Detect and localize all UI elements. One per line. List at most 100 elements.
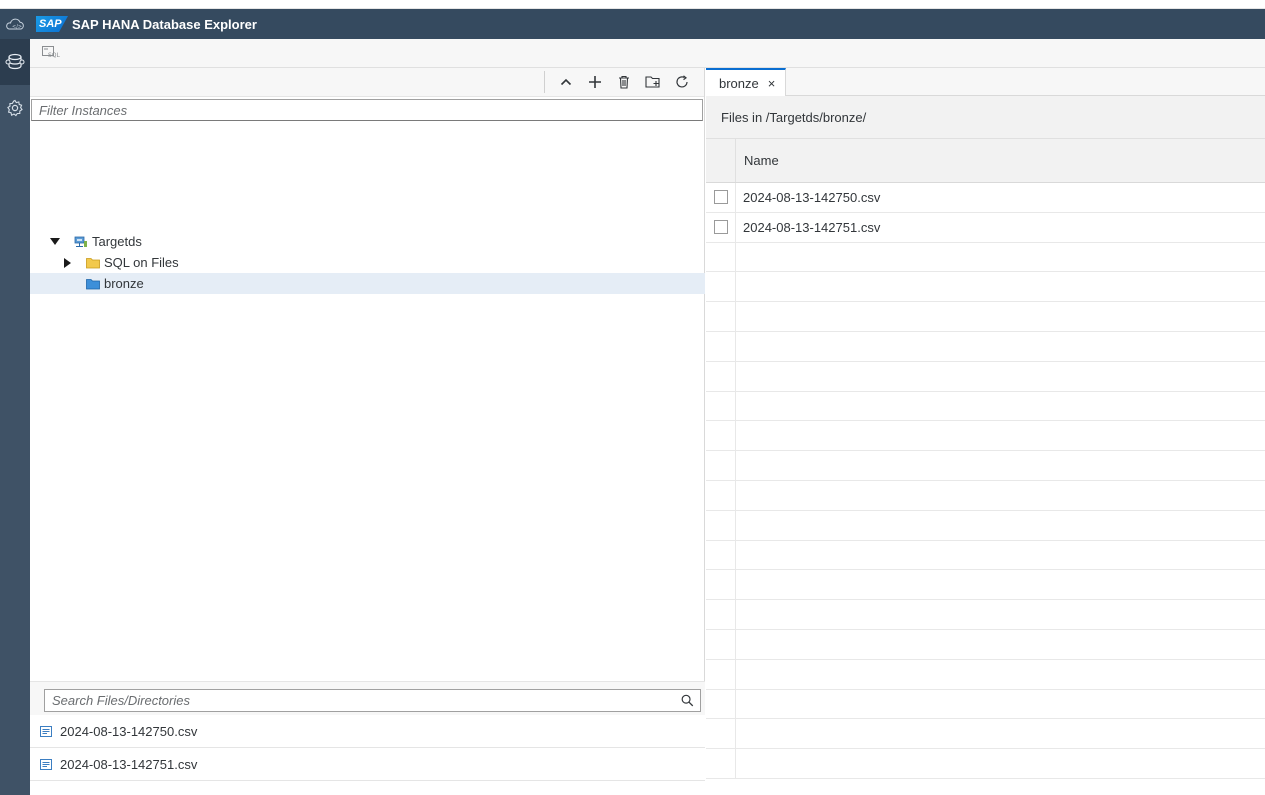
editor-pane: bronze × Files in /Targetds/bronze/ Name… (706, 68, 1265, 795)
caret-down-icon[interactable] (48, 235, 62, 249)
empty-table-row (706, 659, 1265, 690)
add-folder-icon (644, 76, 660, 88)
file-name: 2024-08-13-142750.csv (60, 723, 198, 739)
folder-icon (86, 257, 100, 269)
empty-select-cell (706, 719, 736, 749)
empty-select-cell (706, 302, 736, 331)
empty-rows (706, 242, 1265, 779)
search-icon[interactable] (681, 694, 694, 707)
cloud-code-icon[interactable]: </> (0, 9, 30, 39)
sap-logo: SAP (36, 16, 68, 32)
collapse-all-button[interactable] (551, 70, 580, 94)
search-files-input[interactable] (45, 693, 682, 708)
tree-node-label: Targetds (92, 234, 142, 249)
catalog-pane: Targetds SQL on Files bronze (30, 68, 705, 795)
tab-label: bronze (719, 75, 759, 91)
empty-table-row (706, 302, 1265, 332)
empty-select-cell (706, 272, 736, 302)
empty-table-row (706, 421, 1265, 452)
empty-table-row (706, 480, 1265, 511)
files-table: Name 2024-08-13-142750.csv 2024-08-13-14… (706, 139, 1265, 779)
empty-select-cell (706, 421, 736, 451)
caret-right-icon[interactable] (60, 256, 74, 270)
search-files-field[interactable] (44, 689, 701, 712)
empty-table-row (706, 242, 1265, 273)
empty-select-cell (706, 570, 736, 600)
tab-bronze[interactable]: bronze × (706, 68, 787, 96)
select-column-header (706, 139, 736, 182)
empty-select-cell (706, 331, 736, 361)
delete-button[interactable] (609, 70, 638, 94)
app-title: SAP HANA Database Explorer (72, 16, 257, 32)
add-instance-button[interactable] (580, 70, 609, 94)
empty-select-cell (706, 540, 736, 570)
empty-select-cell (706, 629, 736, 659)
catalog-tree: Targetds SQL on Files bronze (30, 231, 705, 294)
column-header-name[interactable]: Name (736, 139, 779, 182)
empty-table-row (706, 451, 1265, 481)
empty-table-row (706, 272, 1265, 303)
file-name: 2024-08-13-142751.csv (60, 756, 198, 772)
row-checkbox[interactable] (713, 220, 728, 235)
empty-select-cell (706, 600, 736, 629)
tree-node-sql-on-files[interactable]: SQL on Files (30, 252, 705, 273)
empty-select-cell (706, 391, 736, 421)
file-search-bar (30, 681, 705, 715)
tree-node-bronze[interactable]: bronze (30, 273, 705, 294)
tree-node-label: bronze (104, 276, 144, 291)
empty-select-cell (706, 480, 736, 510)
empty-select-cell (706, 659, 736, 689)
toolbar-separator (544, 71, 545, 93)
empty-table-row (706, 719, 1265, 750)
path-header: Files in /Targetds/bronze/ (706, 96, 1265, 139)
empty-table-row (706, 629, 1265, 660)
file-list-item[interactable]: 2024-08-13-142751.csv (30, 748, 705, 781)
file-name-cell: 2024-08-13-142751.csv (743, 219, 881, 235)
empty-select-cell (706, 689, 736, 719)
empty-table-row (706, 510, 1265, 541)
tree-node-label: SQL on Files (104, 255, 179, 270)
svg-text:</>: </> (12, 24, 22, 30)
table-header: Name (706, 139, 1265, 183)
gear-icon (7, 99, 23, 117)
sql-toolbar: SQL (30, 39, 1265, 68)
database-explorer-icon (5, 53, 25, 70)
close-icon[interactable]: × (768, 76, 776, 91)
empty-table-row (706, 391, 1265, 422)
file-search-panel: 2024-08-13-142750.csv 2024-08-13-142751.… (30, 681, 705, 795)
shell-bar: </> SAP SAP HANA Database Explorer (0, 9, 1265, 39)
data-lake-files-icon (74, 236, 88, 248)
collapse-icon (560, 78, 571, 86)
file-list-item[interactable]: 2024-08-13-142750.csv (30, 715, 705, 748)
empty-select-cell (706, 510, 736, 540)
delete-icon (618, 75, 629, 89)
add-folder-button[interactable] (638, 70, 667, 94)
empty-table-row (706, 540, 1265, 571)
empty-table-row (706, 361, 1265, 392)
database-explorer-nav-button[interactable] (0, 39, 30, 85)
svg-text:SQL: SQL (48, 52, 61, 58)
empty-table-row (706, 331, 1265, 362)
empty-table-row (706, 570, 1265, 601)
refresh-button[interactable] (667, 70, 696, 94)
table-row[interactable]: 2024-08-13-142750.csv (706, 183, 1265, 213)
empty-select-cell (706, 242, 736, 272)
empty-select-cell (706, 749, 736, 778)
empty-select-cell (706, 361, 736, 391)
filter-instances-input[interactable] (32, 102, 702, 118)
editor-tab-bar: bronze × (706, 68, 1265, 96)
filter-instances-field[interactable] (31, 99, 703, 121)
add-icon (588, 76, 601, 88)
row-checkbox[interactable] (713, 190, 728, 205)
sql-console-icon[interactable]: SQL (42, 45, 62, 61)
empty-table-row (706, 600, 1265, 630)
file-name-cell: 2024-08-13-142750.csv (743, 189, 881, 205)
refresh-icon (675, 75, 688, 88)
empty-select-cell (706, 451, 736, 480)
catalog-toolbar (30, 68, 704, 97)
settings-nav-button[interactable] (0, 85, 30, 131)
blue-folder-icon (86, 278, 100, 290)
tree-node-targetds[interactable]: Targetds (30, 231, 705, 252)
empty-table-row (706, 749, 1265, 779)
table-row[interactable]: 2024-08-13-142751.csv (706, 212, 1265, 243)
